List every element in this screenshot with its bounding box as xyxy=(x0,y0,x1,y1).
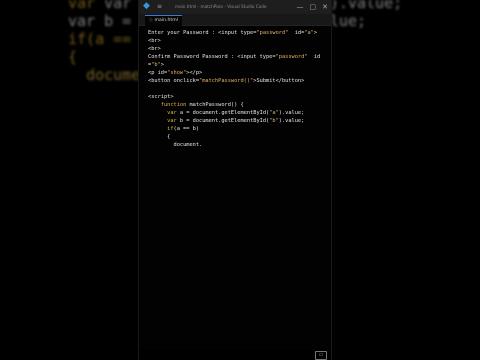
code-line: ="b"> xyxy=(148,62,164,68)
code-line: <br> xyxy=(148,46,161,52)
code-line: function matchPassword() { xyxy=(160,102,244,108)
tab-bar: ◇ main.html xyxy=(139,14,331,26)
maximize-button[interactable]: ▢ xyxy=(310,2,317,12)
tab-label: main.html xyxy=(154,18,178,23)
title-bar: ◆ ≡ main.html - matchPass - Visual Studi… xyxy=(139,0,331,14)
window-title: main.html - matchPass - Visual Studio Co… xyxy=(175,4,267,9)
code-line: Confirm Password Password : <input type=… xyxy=(148,54,321,60)
backdrop-line: { xyxy=(68,48,78,66)
code-line: <button onclick="matchPassword()">Submit… xyxy=(148,78,305,84)
code-line: <br> xyxy=(148,38,161,44)
code-line: if(a == b) xyxy=(167,126,200,132)
status-bar: ▭ xyxy=(139,350,331,360)
code-line: { xyxy=(148,134,171,140)
code-line: Enter your Password : <input type="passw… xyxy=(148,30,318,36)
html-file-icon: ◇ xyxy=(149,18,153,23)
window-controls: — ▢ ✕ xyxy=(297,2,329,12)
tab-main-html[interactable]: ◇ main.html xyxy=(145,15,182,26)
menu-icon[interactable]: ≡ xyxy=(157,3,163,11)
vscode-logo-icon: ◆ xyxy=(143,1,150,11)
code-line: <script> xyxy=(148,94,174,100)
vscode-window: ◆ ≡ main.html - matchPass - Visual Studi… xyxy=(138,0,332,360)
code-editor[interactable]: Enter your Password : <input type="passw… xyxy=(139,26,331,356)
layout-icon[interactable]: ▭ xyxy=(315,351,327,360)
code-line: document. xyxy=(148,142,203,148)
code-line: <p id="show"></p> xyxy=(148,70,203,76)
code-line: var a = document.getElementById("a").val… xyxy=(167,110,305,116)
close-button[interactable]: ✕ xyxy=(322,2,328,12)
code-line: var b = document.getElementById("b").val… xyxy=(167,118,305,124)
minimize-button[interactable]: — xyxy=(297,2,304,12)
